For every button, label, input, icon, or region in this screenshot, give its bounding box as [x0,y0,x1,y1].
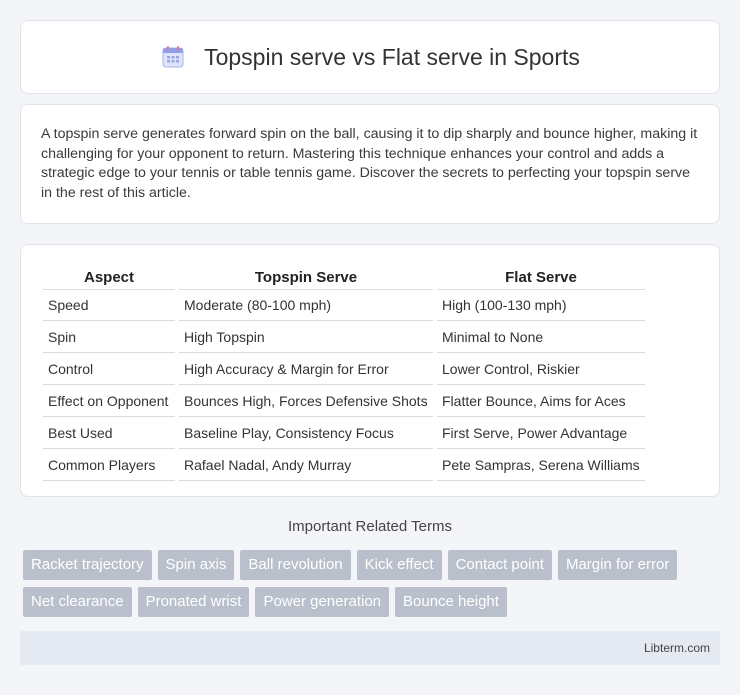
term-tag[interactable]: Pronated wrist [137,587,250,617]
term-tag[interactable]: Net clearance [23,587,132,617]
table-cell: Effect on Opponent [43,385,175,417]
header-flat: Flat Serve [505,269,577,286]
header-aspect: Aspect [83,269,135,286]
table-cell: Control [43,353,175,385]
term-tag[interactable]: Contact point [447,550,552,580]
intro-text: A topspin serve generates forward spin o… [41,126,698,201]
header-card: Topspin serve vs Flat serve in Sports [20,20,720,94]
term-tag[interactable]: Power generation [255,587,390,617]
term-tag[interactable]: Margin for error [557,550,678,580]
related-terms-title: Important Related Terms [288,518,452,535]
table-cell: Minimal to None [437,321,645,353]
table-cell: High Topspin [179,321,433,353]
table-cell: Rafael Nadal, Andy Murray [179,449,433,481]
comparison-table: Aspect Topspin Serve Flat Serve Speed Mo… [39,267,649,481]
table-cell: Pete Sampras, Serena Williams [437,449,645,481]
term-tag[interactable]: Bounce height [395,587,507,617]
comparison-card: Aspect Topspin Serve Flat Serve Speed Mo… [20,244,720,497]
table-cell: Baseline Play, Consistency Focus [179,417,433,449]
table-row: Best Used Baseline Play, Consistency Foc… [43,417,645,449]
table-cell: Lower Control, Riskier [437,353,645,385]
related-terms-list: Racket trajectory Spin axis Ball revolut… [23,550,723,617]
table-cell: Moderate (80-100 mph) [179,289,433,321]
term-tag[interactable]: Racket trajectory [23,550,152,580]
table-cell: Best Used [43,417,175,449]
header-topspin: Topspin Serve [254,269,358,286]
table-row: Effect on Opponent Bounces High, Forces … [43,385,645,417]
title-wrap: Topspin serve vs Flat serve in Sports [160,44,580,71]
table-header-row: Aspect Topspin Serve Flat Serve [43,267,645,289]
table-cell: Speed [43,289,175,321]
term-tag[interactable]: Spin axis [157,550,235,580]
page-title: Topspin serve vs Flat serve in Sports [204,43,580,70]
footer: Libterm.com [20,631,720,665]
intro-card: A topspin serve generates forward spin o… [20,104,720,224]
table-cell: First Serve, Power Advantage [437,417,645,449]
table-row: Spin High Topspin Minimal to None [43,321,645,353]
table-row: Control High Accuracy & Margin for Error… [43,353,645,385]
calendar-icon [162,46,184,68]
table-cell: Common Players [43,449,175,481]
table-cell: High (100-130 mph) [437,289,645,321]
table-cell: Flatter Bounce, Aims for Aces [437,385,645,417]
table-row: Common Players Rafael Nadal, Andy Murray… [43,449,645,481]
table-cell: Bounces High, Forces Defensive Shots [179,385,433,417]
table-row: Speed Moderate (80-100 mph) High (100-13… [43,289,645,321]
table-cell: Spin [43,321,175,353]
term-tag[interactable]: Kick effect [356,550,442,580]
footer-site-link[interactable]: Libterm.com [644,641,710,655]
term-tag[interactable]: Ball revolution [240,550,351,580]
table-cell: High Accuracy & Margin for Error [179,353,433,385]
